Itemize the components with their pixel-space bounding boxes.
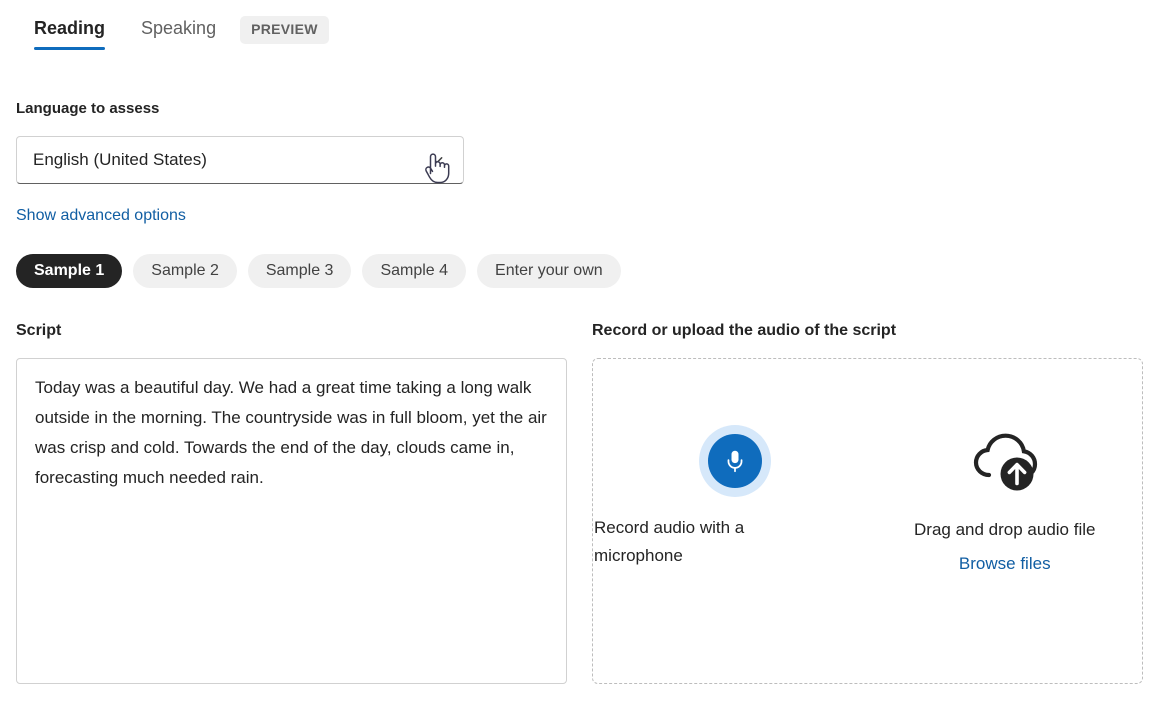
language-label: Language to assess (16, 99, 159, 119)
record-upload-label: Record or upload the audio of the script (592, 321, 896, 341)
tab-reading-label: Reading (34, 18, 105, 38)
show-advanced-options-link[interactable]: Show advanced options (16, 205, 186, 226)
sample-pill-1[interactable]: Sample 1 (16, 254, 122, 288)
tab-selected-indicator (34, 47, 105, 50)
record-column: Record audio with a microphone (593, 425, 868, 575)
cloud-upload-icon (968, 427, 1042, 497)
record-audio-button[interactable] (699, 425, 771, 497)
upload-column: Drag and drop audio file Browse files (868, 425, 1143, 575)
script-text: Today was a beautiful day. We had a grea… (35, 373, 548, 493)
sample-pill-3[interactable]: Sample 3 (248, 254, 352, 288)
sample-pill-group: Sample 1 Sample 2 Sample 3 Sample 4 Ente… (16, 254, 621, 288)
tab-reading[interactable]: Reading (16, 10, 123, 50)
microphone-icon (708, 434, 762, 488)
tab-speaking[interactable]: Speaking (123, 10, 234, 50)
record-audio-caption: Record audio with a microphone (594, 514, 799, 570)
sample-pill-4[interactable]: Sample 4 (362, 254, 466, 288)
language-selected-value: English (United States) (33, 149, 429, 171)
sample-pill-2[interactable]: Sample 2 (133, 254, 237, 288)
tab-speaking-group: Speaking PREVIEW (123, 10, 329, 50)
preview-badge: PREVIEW (240, 16, 329, 44)
browse-files-link[interactable]: Browse files (959, 553, 1051, 575)
script-textarea[interactable]: Today was a beautiful day. We had a grea… (16, 358, 567, 684)
upload-caption: Drag and drop audio file (914, 518, 1095, 542)
record-upload-columns: Record audio with a microphone Drag and … (593, 425, 1142, 575)
app-root: Reading Speaking PREVIEW Language to ass… (0, 0, 1160, 702)
script-label: Script (16, 321, 61, 341)
tab-speaking-label: Speaking (141, 18, 216, 38)
chevron-down-icon (429, 152, 445, 168)
tab-list: Reading Speaking PREVIEW (16, 10, 329, 50)
language-dropdown[interactable]: English (United States) (16, 136, 464, 184)
sample-pill-enter-your-own[interactable]: Enter your own (477, 254, 621, 288)
record-upload-panel[interactable]: Record audio with a microphone Drag and … (592, 358, 1143, 684)
